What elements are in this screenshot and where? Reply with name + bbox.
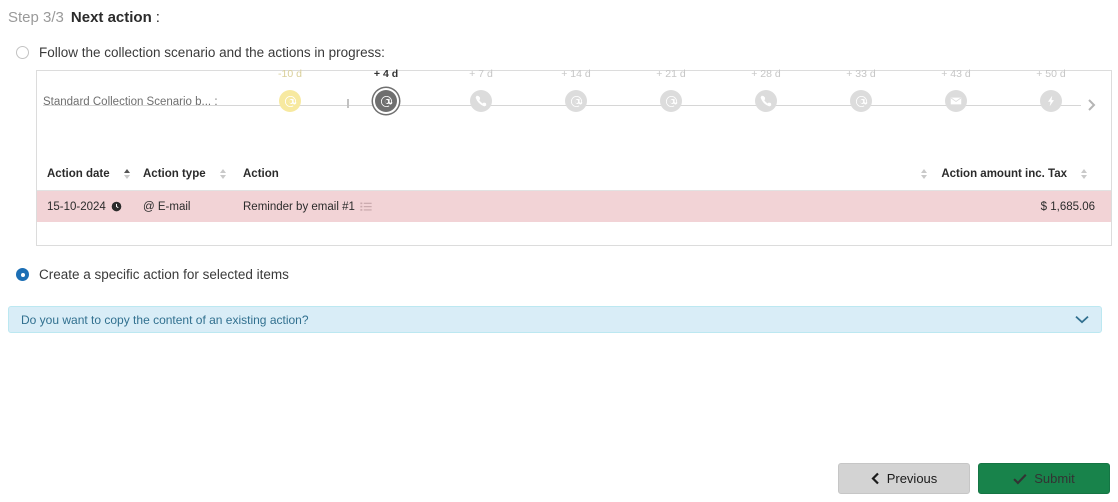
sort-toggle-action-type[interactable] (219, 168, 226, 179)
step-counter: Step 3/3 (8, 9, 64, 26)
copy-existing-action-collapse[interactable]: Do you want to copy the content of an ex… (8, 306, 1102, 333)
timeline-node-plus-14d[interactable]: + 14 d (561, 68, 591, 112)
timeline-node-label: + 21 d (656, 68, 686, 80)
cell-action-type: @ E-mail (143, 200, 191, 213)
timeline-node-label: + 43 d (941, 68, 971, 80)
actions-table: Action date Action type Action Action am… (37, 157, 1111, 222)
bolt-icon (1040, 90, 1062, 112)
radio-option-follow-scenario[interactable]: Follow the collection scenario and the a… (16, 45, 385, 60)
table-header-row: Action date Action type Action Action am… (37, 157, 1111, 191)
collection-scenario-panel: Standard Collection Scenario b... : -10 … (36, 68, 1112, 246)
at-icon (850, 90, 872, 112)
timeline-node-plus-21d[interactable]: + 21 d (656, 68, 686, 112)
timeline-node-label: + 7 d (469, 68, 493, 80)
step-title-colon: : (155, 9, 160, 26)
radio-option-create-specific-action[interactable]: Create a specific action for selected it… (16, 267, 289, 282)
timeline-node-label: + 14 d (561, 68, 591, 80)
timeline-axis (43, 105, 1081, 106)
phone-icon (755, 90, 777, 112)
column-header-action-amount[interactable]: Action amount inc. Tax (907, 168, 1101, 180)
timeline-today-marker (347, 99, 349, 108)
timeline-node-label: -10 d (278, 68, 302, 80)
phone-icon (470, 90, 492, 112)
timeline-node-label: + 4 d (373, 68, 399, 80)
timeline-node-label: + 50 d (1036, 68, 1066, 80)
scenario-timeline: Standard Collection Scenario b... : -10 … (37, 68, 1111, 141)
page-title: Step 3/3 Next action: (8, 8, 160, 28)
list-details-icon[interactable] (360, 201, 372, 213)
at-icon (565, 90, 587, 112)
sort-toggle-action-date[interactable] (123, 168, 130, 179)
chevron-down-icon[interactable] (1075, 315, 1089, 324)
timeline-node-label: + 28 d (751, 68, 781, 80)
scenario-name-label: Standard Collection Scenario b... : (43, 96, 218, 108)
timeline-node-plus-50d[interactable]: + 50 d (1036, 68, 1066, 112)
radio-follow-scenario-icon[interactable] (16, 46, 29, 59)
timeline-node-minus-10d[interactable]: -10 d (278, 68, 302, 112)
timeline-node-plus-28d[interactable]: + 28 d (751, 68, 781, 112)
column-header-action-type[interactable]: Action type (143, 168, 243, 180)
timeline-node-plus-4d[interactable]: + 4 d (374, 68, 398, 112)
step-title: Next action (70, 9, 152, 26)
timeline-node-plus-33d[interactable]: + 33 d (846, 68, 876, 112)
submit-button-label: Submit (1034, 471, 1075, 486)
clock-icon (111, 201, 122, 212)
cell-action-date: 15-10-2024 (47, 201, 143, 213)
copy-existing-action-label: Do you want to copy the content of an ex… (21, 312, 309, 327)
timeline-node-label: + 33 d (846, 68, 876, 80)
radio-create-specific-action-label: Create a specific action for selected it… (39, 267, 289, 282)
radio-create-specific-action-icon[interactable] (16, 268, 29, 281)
at-icon (375, 90, 397, 112)
sort-toggle-amount-left[interactable] (921, 168, 928, 179)
at-icon (279, 90, 301, 112)
column-header-action[interactable]: Action (243, 168, 907, 180)
previous-button[interactable]: Previous (838, 463, 970, 494)
check-icon (1013, 473, 1027, 485)
cell-action-amount: $ 1,685.06 (1040, 200, 1095, 213)
timeline-next-arrow-icon[interactable] (1087, 98, 1097, 115)
cell-action: Reminder by email #1 (243, 201, 1041, 213)
sort-toggle-amount-right[interactable] (1081, 168, 1087, 179)
column-header-action-date[interactable]: Action date (47, 168, 143, 180)
next-action-wizard-page: Step 3/3 Next action: Follow the collecti… (0, 0, 1118, 502)
radio-follow-scenario-label: Follow the collection scenario and the a… (39, 45, 385, 60)
chevron-left-icon (871, 472, 880, 485)
timeline-node-plus-43d[interactable]: + 43 d (941, 68, 971, 112)
at-icon (660, 90, 682, 112)
table-row[interactable]: 15-10-2024 @ E-mail Reminder by email #1 (37, 191, 1111, 222)
submit-button[interactable]: Submit (978, 463, 1110, 494)
envelope-icon (945, 90, 967, 112)
timeline-node-plus-7d[interactable]: + 7 d (469, 68, 493, 112)
previous-button-label: Previous (886, 471, 938, 486)
